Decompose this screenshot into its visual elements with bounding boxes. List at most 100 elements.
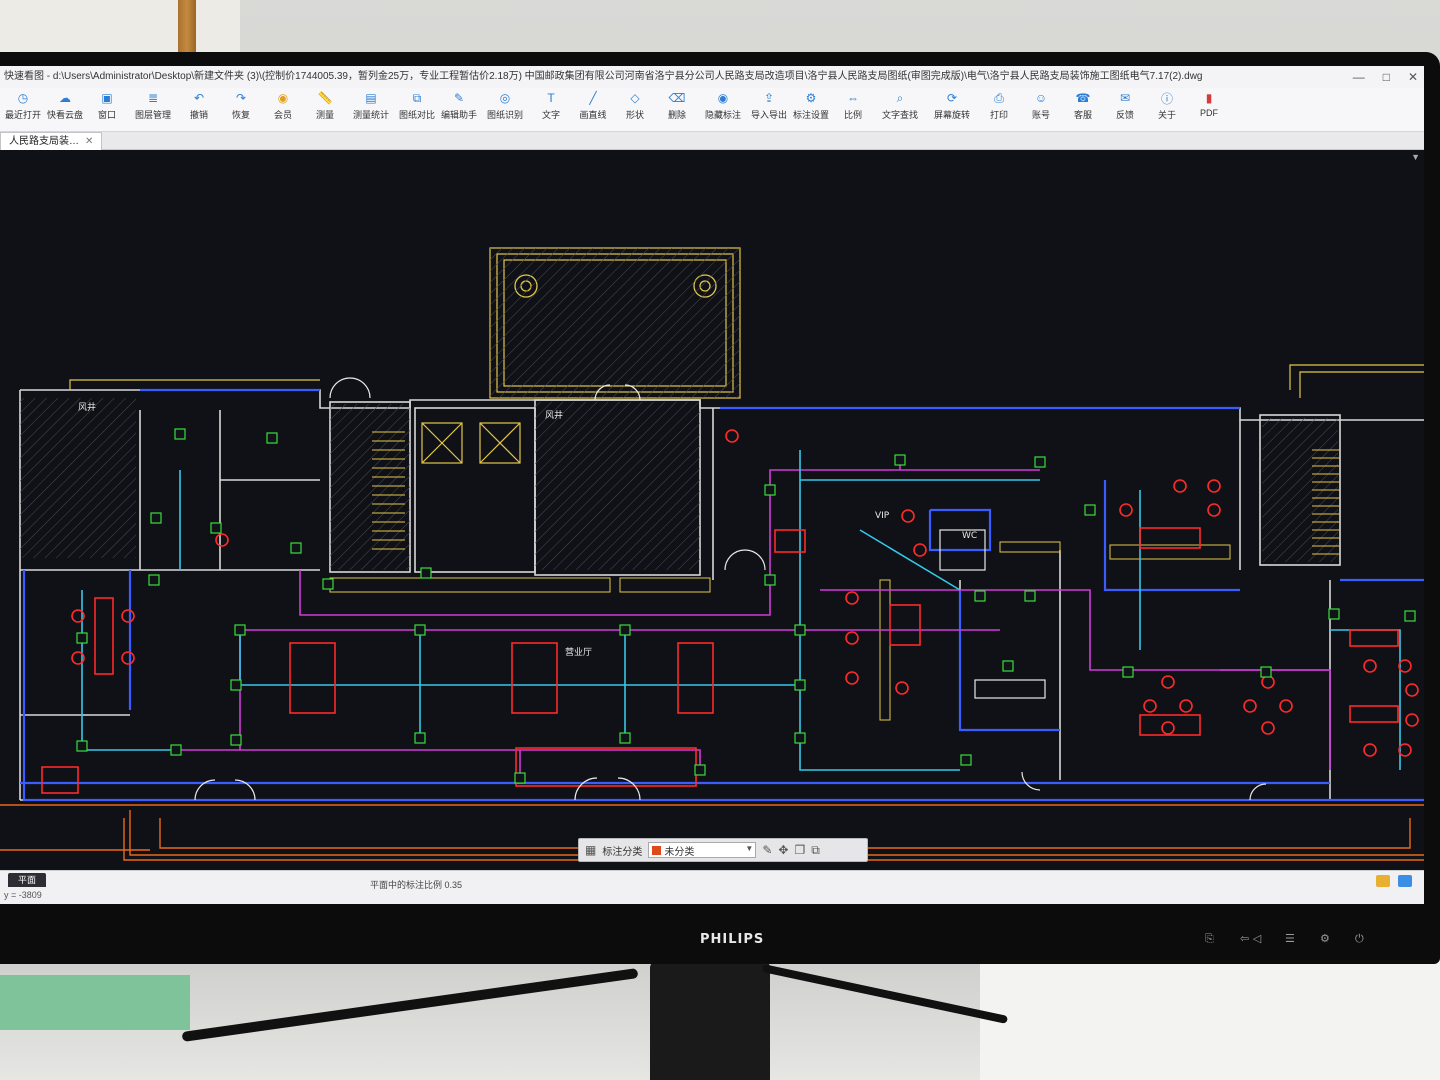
- copy-icon[interactable]: ❐: [794, 843, 805, 857]
- toolbar-label: 隐藏标注: [704, 110, 741, 120]
- document-tab[interactable]: 人民路支局装… ✕: [0, 132, 103, 150]
- chair-marker: [845, 631, 859, 645]
- toolbar-text-button[interactable]: T 文字: [530, 88, 572, 121]
- annotation-category-label: 标注分类: [602, 846, 643, 858]
- toolbar-scale-button[interactable]: ⇔ 比例: [832, 88, 874, 121]
- room-label: 风井: [545, 409, 563, 421]
- drawing-canvas[interactable]: 风井 风井 VIP WC 营业厅 42003501600150015001600…: [0, 150, 1424, 870]
- maximize-button[interactable]: □: [1383, 66, 1390, 88]
- room-label: WC: [962, 531, 977, 541]
- toolbar-undo-button[interactable]: ↶ 撤销: [178, 88, 220, 121]
- monitor-arrow-icon[interactable]: ⇦ ◁: [1240, 932, 1261, 945]
- annotation-category-value: 未分类: [664, 846, 695, 858]
- toolbar-label: 文字: [541, 110, 560, 120]
- monitor-brand-logo: PHILIPS: [700, 932, 765, 947]
- chair-marker: [1279, 699, 1293, 713]
- toolbar-layers-button[interactable]: ≣ 图层管理: [128, 88, 178, 121]
- toolbar-delete-button[interactable]: ⌫ 删除: [656, 88, 698, 121]
- monitor-input-icon[interactable]: ⎘: [1205, 932, 1214, 946]
- junction-box: [619, 624, 631, 636]
- text-search-icon: ⌕: [896, 90, 904, 105]
- toolbar-recognize-button[interactable]: ◎ 图纸识别: [480, 88, 530, 121]
- toolbar-cloud-button[interactable]: ☁ 快看云盘: [44, 88, 86, 121]
- junction-box: [960, 754, 972, 766]
- toolbar-feedback-button[interactable]: ✉ 反馈: [1104, 88, 1146, 121]
- junction-box: [694, 764, 706, 776]
- chair-marker: [913, 543, 927, 557]
- toolbar-clock-button[interactable]: ◷ 最近打开: [2, 88, 44, 121]
- toolbar-redo-button[interactable]: ↷ 恢复: [220, 88, 262, 121]
- junction-box: [764, 484, 776, 496]
- toolbar-measure-stats-button[interactable]: ▤ 测量统计: [346, 88, 396, 121]
- paste-icon[interactable]: ⧉: [811, 843, 820, 858]
- redo-icon: ↷: [235, 91, 247, 105]
- junction-box: [1024, 590, 1036, 602]
- floor-plan-drawing[interactable]: 风井 风井 VIP WC 营业厅 42003501600150015001600…: [0, 150, 1424, 870]
- junction-box: [234, 624, 246, 636]
- chair-marker: [1405, 713, 1419, 727]
- junction-box: [210, 522, 222, 534]
- category-color-swatch: [652, 845, 662, 855]
- minimize-button[interactable]: —: [1353, 66, 1365, 88]
- tray-icon[interactable]: [1398, 875, 1412, 887]
- toolbar-vip-button[interactable]: ◉ 会员: [262, 88, 304, 121]
- annotation-category-select[interactable]: 未分类 ▼: [648, 842, 757, 858]
- toolbar-window-button[interactable]: ▣ 窗口: [86, 88, 128, 121]
- toolbar-label: 窗口: [97, 110, 116, 120]
- toolbar-eye-button[interactable]: ◉ 隐藏标注: [698, 88, 748, 121]
- red-chairs: [71, 429, 1419, 757]
- chair-marker: [1243, 699, 1257, 713]
- chair-marker: [845, 671, 859, 685]
- junction-box: [974, 590, 986, 602]
- toolbar-edit-helper-button[interactable]: ✎ 编辑助手: [438, 88, 480, 121]
- room-label: VIP: [875, 511, 890, 521]
- toolbar-label: 编辑助手: [440, 110, 477, 120]
- power-icon[interactable]: ⏻: [1355, 932, 1364, 946]
- toolbar-rotate-button[interactable]: ⟳ 屏幕旋转: [926, 88, 978, 121]
- toolbar-line-button[interactable]: ╱ 画直线: [572, 88, 614, 121]
- monitor-settings-icon[interactable]: ⚙: [1320, 932, 1330, 945]
- toolbar-ruler-button[interactable]: 📏 测量: [304, 88, 346, 121]
- background-wall: [0, 0, 240, 60]
- recognize-icon: ◎: [499, 91, 511, 105]
- monitor-menu-icon[interactable]: ☰: [1285, 932, 1295, 945]
- text-icon: T: [547, 91, 555, 105]
- close-tab-icon[interactable]: ✕: [85, 136, 93, 147]
- toolbar-print-button[interactable]: ⎙ 打印: [978, 88, 1020, 121]
- layers-icon: ≣: [147, 91, 159, 105]
- eye-icon: ◉: [717, 91, 729, 105]
- tray-icon[interactable]: [1376, 875, 1390, 887]
- scale-icon: ⇔: [847, 91, 859, 105]
- junction-box: [290, 542, 302, 554]
- junction-box: [322, 578, 334, 590]
- toolbar-import-export-button[interactable]: ⇪ 导入导出: [748, 88, 790, 121]
- toolbar-text-search-button[interactable]: ⌕ 文字查找: [874, 88, 926, 121]
- edit-icon[interactable]: ✎: [762, 843, 772, 857]
- layout-tab[interactable]: 平面: [8, 873, 47, 887]
- scroll-down-icon[interactable]: ▼: [1411, 152, 1420, 162]
- move-icon[interactable]: ✥: [778, 843, 788, 857]
- junction-box: [150, 512, 162, 524]
- grid-icon[interactable]: ▦: [585, 843, 596, 857]
- toolbar-support-button[interactable]: ☎ 客服: [1062, 88, 1104, 121]
- rotate-icon: ⟳: [946, 91, 958, 105]
- toolbar-label: 快看云盘: [46, 110, 83, 120]
- toolbar-pdf-button[interactable]: ▮ PDF: [1188, 88, 1230, 118]
- toolbar-label: 恢复: [231, 110, 250, 120]
- clock-icon: ◷: [17, 91, 29, 105]
- import-export-icon: ⇪: [763, 91, 775, 105]
- close-button[interactable]: ✕: [1408, 66, 1418, 88]
- compare-icon: ⧉: [412, 90, 422, 105]
- junction-box: [764, 574, 776, 586]
- toolbar-annotation-settings-button[interactable]: ⚙ 标注设置: [790, 88, 832, 121]
- vip-icon: ◉: [277, 91, 289, 105]
- toolbar-user-button[interactable]: ☺ 账号: [1020, 88, 1062, 121]
- red-furniture: [41, 527, 1399, 794]
- toolbar-shape-button[interactable]: ◇ 形状: [614, 88, 656, 121]
- chair-marker: [1207, 479, 1221, 493]
- junction-box: [794, 679, 806, 691]
- toolbar-label: 比例: [843, 110, 862, 120]
- toolbar-compare-button[interactable]: ⧉ 图纸对比: [396, 88, 438, 121]
- chair-marker: [215, 533, 229, 547]
- toolbar-info-button[interactable]: ⓘ 关于: [1146, 88, 1188, 121]
